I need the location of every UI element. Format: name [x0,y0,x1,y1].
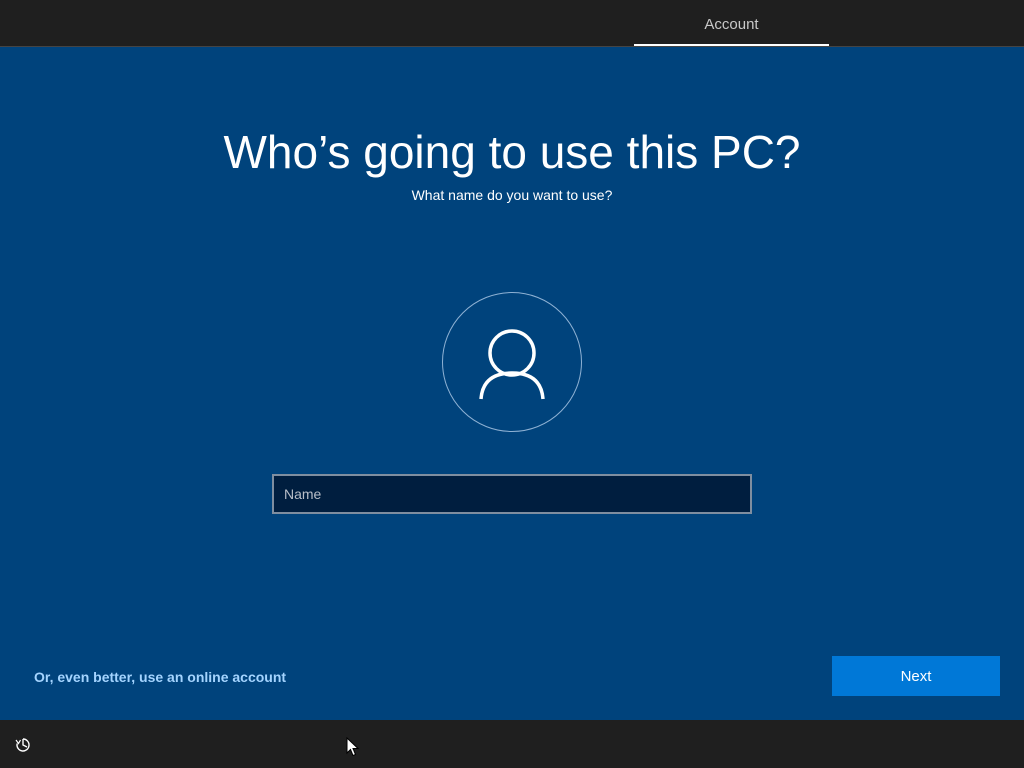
next-button[interactable]: Next [832,656,1000,696]
name-input[interactable] [272,474,752,514]
avatar [442,292,582,432]
page-subtitle: What name do you want to use? [411,187,613,203]
ease-of-access-icon[interactable] [14,736,32,754]
top-bar: Account [0,0,1024,47]
mouse-pointer-icon [346,737,360,757]
user-icon [479,329,545,400]
tab-account[interactable]: Account [634,0,829,46]
online-account-link[interactable]: Or, even better, use an online account [34,668,286,686]
setup-screen: Account Who’s going to use this PC? What… [0,0,1024,768]
bottom-bar [0,720,1024,768]
page-title: Who’s going to use this PC? [223,126,801,178]
